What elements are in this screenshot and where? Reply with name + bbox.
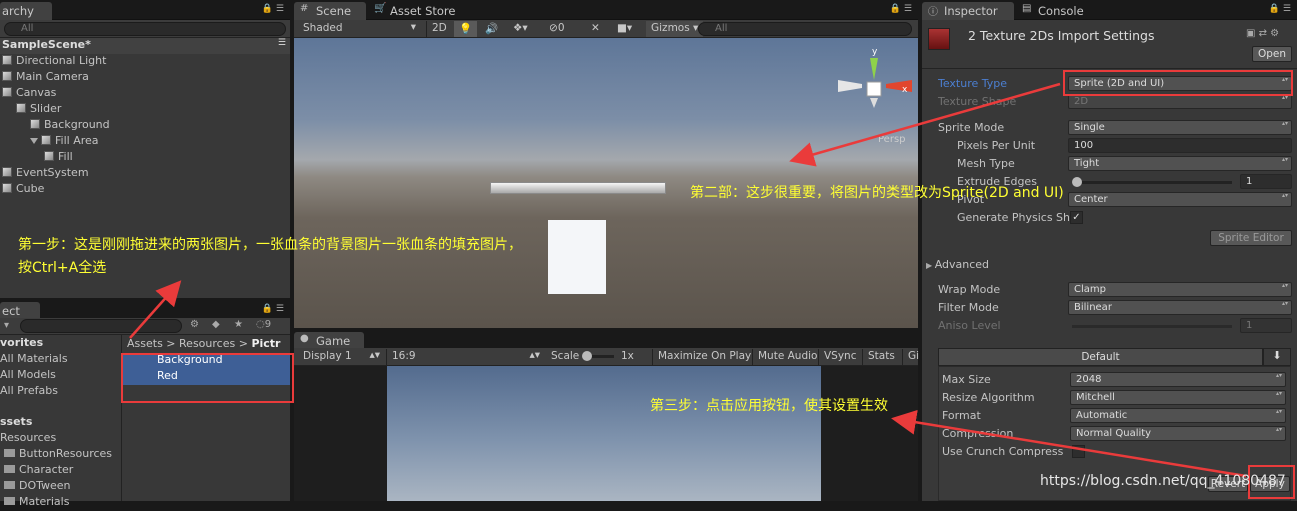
watermark-text: https://blog.csdn.net/qq_41080487: [1040, 473, 1286, 489]
watermark: https://blog.csdn.net/qq_41080487: [1040, 473, 1286, 489]
annotation-step1-line2: 按Ctrl+A全选: [18, 257, 106, 277]
annotation-step3-text: 第三步：点击应用按钮，使其设置生效: [650, 398, 888, 414]
annotation-step1-line2-text: 按Ctrl+A全选: [18, 260, 107, 276]
arrow-step3: [891, 409, 1247, 478]
annotation-step2-text: 第二部：这步很重要，将图片的类型改为Sprite(2D and UI): [690, 185, 1064, 201]
annotation-step2: 第二部：这步很重要，将图片的类型改为Sprite(2D and UI): [690, 182, 1064, 202]
arrow-step1: [129, 280, 182, 339]
arrow-step2: [789, 82, 1061, 167]
annotation-step1-line1-text: 第一步：这是刚刚拖进来的两张图片，一张血条的背景图片一张血条的填充图片，: [18, 237, 522, 253]
annotation-step3: 第三步：点击应用按钮，使其设置生效: [650, 395, 888, 415]
annotation-step1-line1: 第一步：这是刚刚拖进来的两张图片，一张血条的背景图片一张血条的填充图片，: [18, 234, 522, 254]
